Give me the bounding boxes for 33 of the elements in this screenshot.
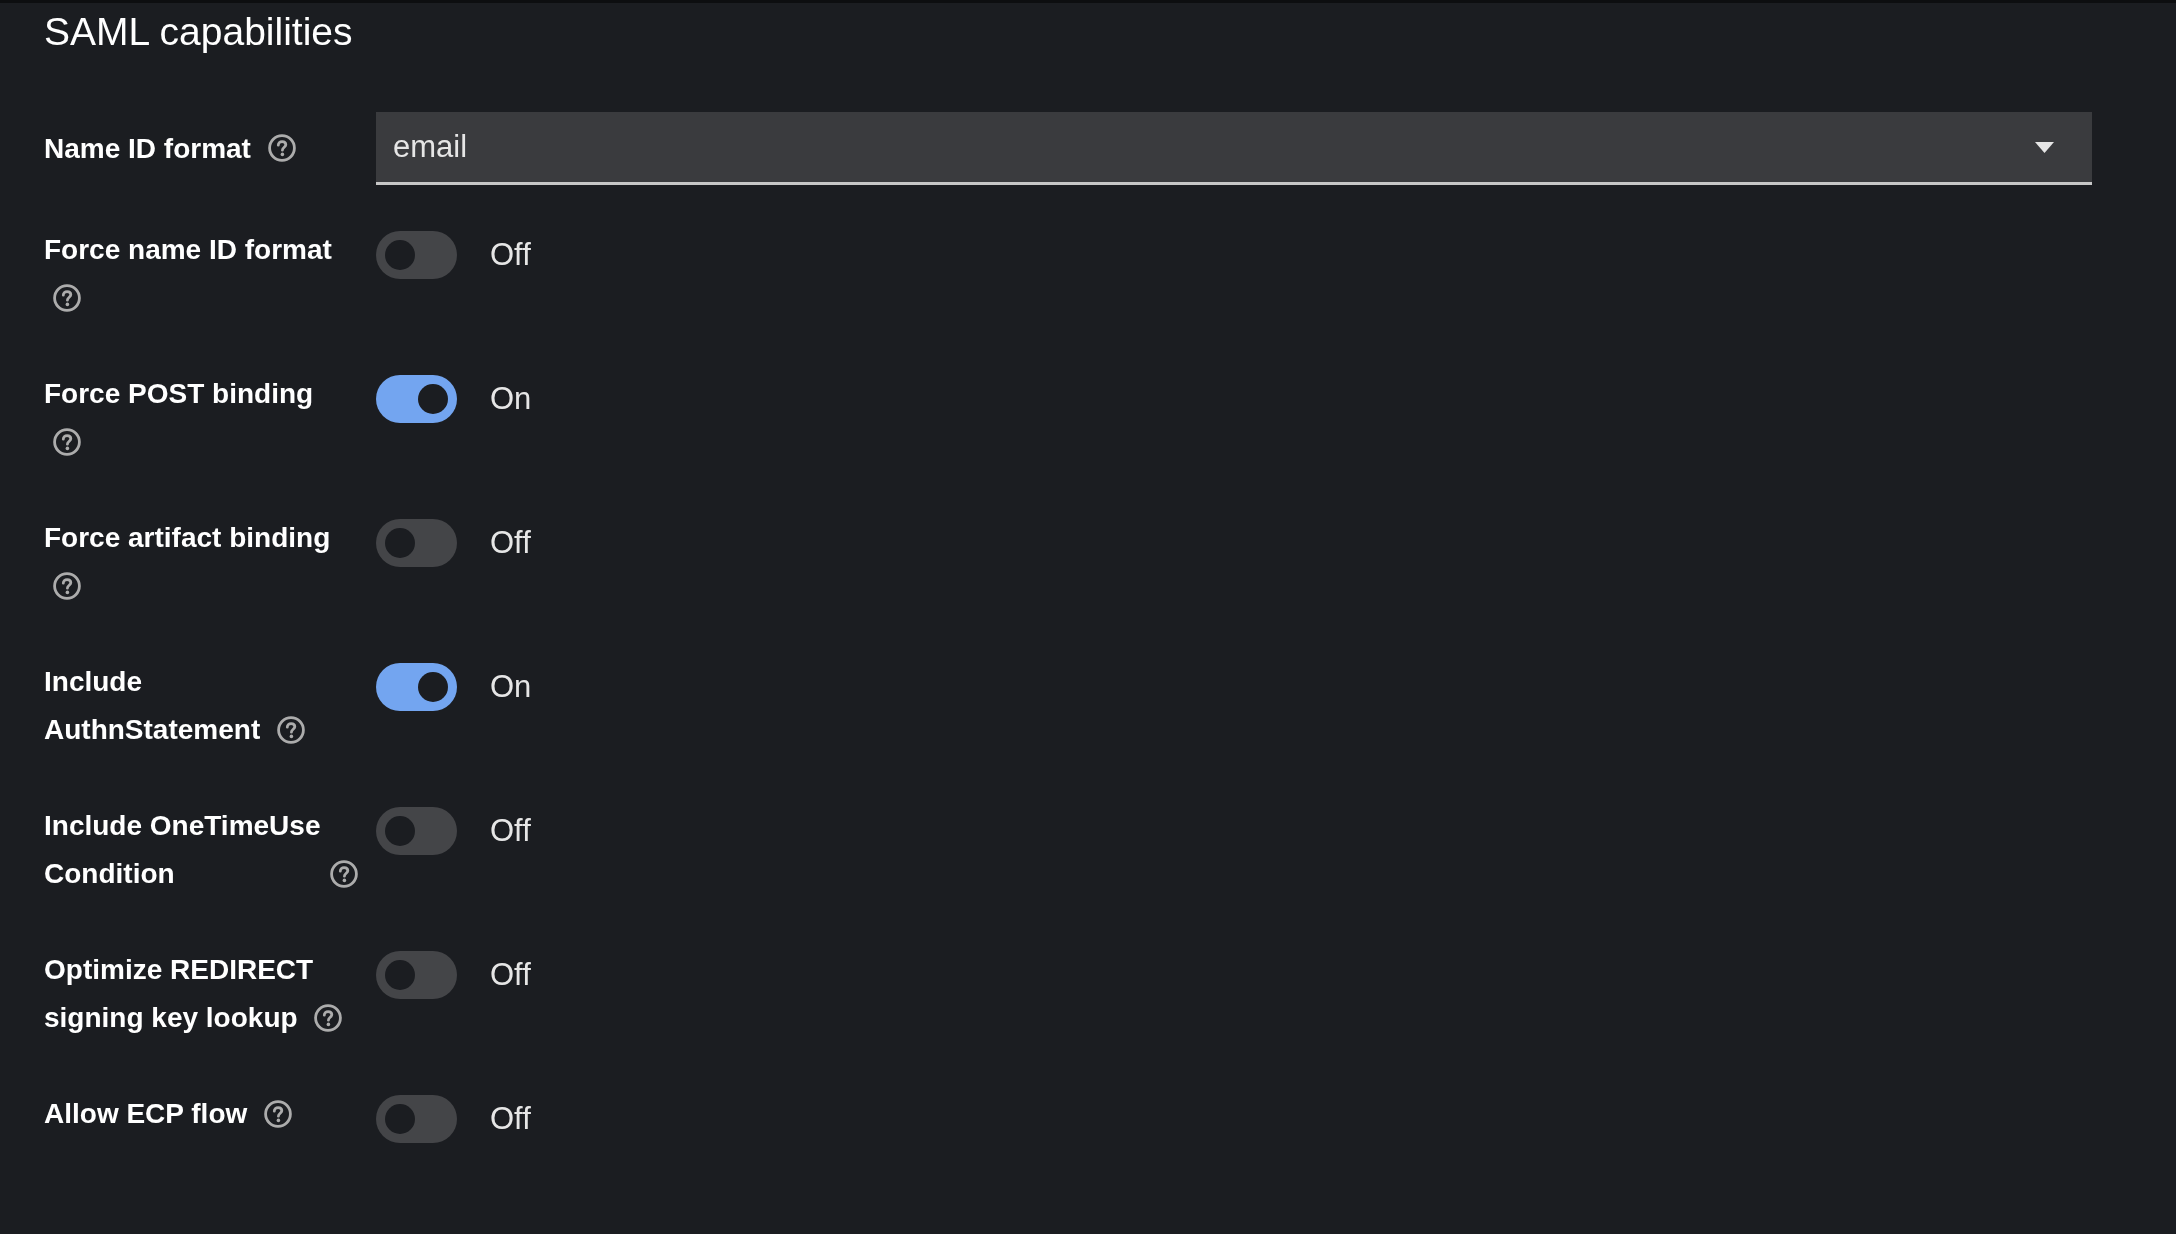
field-label: Allow ECP flow: [44, 1098, 248, 1129]
toggle-state-label: Off: [490, 1101, 531, 1137]
toggle-switch[interactable]: [376, 519, 457, 567]
toggle-switch[interactable]: [376, 375, 457, 423]
section-title: SAML capabilities: [44, 9, 353, 54]
toggle-state-label: Off: [490, 813, 531, 849]
field-label: Optimize REDIRECT signing key lookup: [44, 954, 314, 1033]
help-icon[interactable]: [53, 283, 81, 312]
toggle-switch[interactable]: [376, 951, 457, 999]
select-field[interactable]: email: [376, 112, 2092, 185]
toggle-switch[interactable]: [376, 231, 457, 279]
field-label: Force name ID format: [44, 234, 332, 265]
field-label: Force POST binding: [44, 378, 314, 409]
help-icon[interactable]: [277, 715, 305, 744]
toggle-state-label: On: [490, 381, 532, 417]
help-icon[interactable]: [53, 427, 81, 456]
help-icon[interactable]: [53, 571, 81, 600]
help-icon[interactable]: [267, 134, 296, 163]
help-icon[interactable]: [314, 1003, 343, 1032]
help-icon[interactable]: [264, 1099, 293, 1128]
toggle-state-label: On: [490, 669, 532, 705]
field-label: Include OneTimeUse Condition: [44, 810, 321, 889]
toggle-state-label: Off: [490, 237, 531, 273]
field-label: Include AuthnStatement: [44, 666, 261, 745]
field-label: Force artifact binding: [44, 522, 331, 553]
toggle-switch[interactable]: [376, 663, 457, 711]
toggle-state-label: Off: [490, 525, 531, 561]
toggle-state-label: Off: [490, 957, 531, 993]
caret-icon: [2035, 141, 2054, 153]
toggle-switch[interactable]: [376, 1095, 457, 1143]
field-label: Name ID format: [44, 132, 251, 164]
toggle-switch[interactable]: [376, 807, 457, 855]
help-icon[interactable]: [330, 859, 359, 888]
